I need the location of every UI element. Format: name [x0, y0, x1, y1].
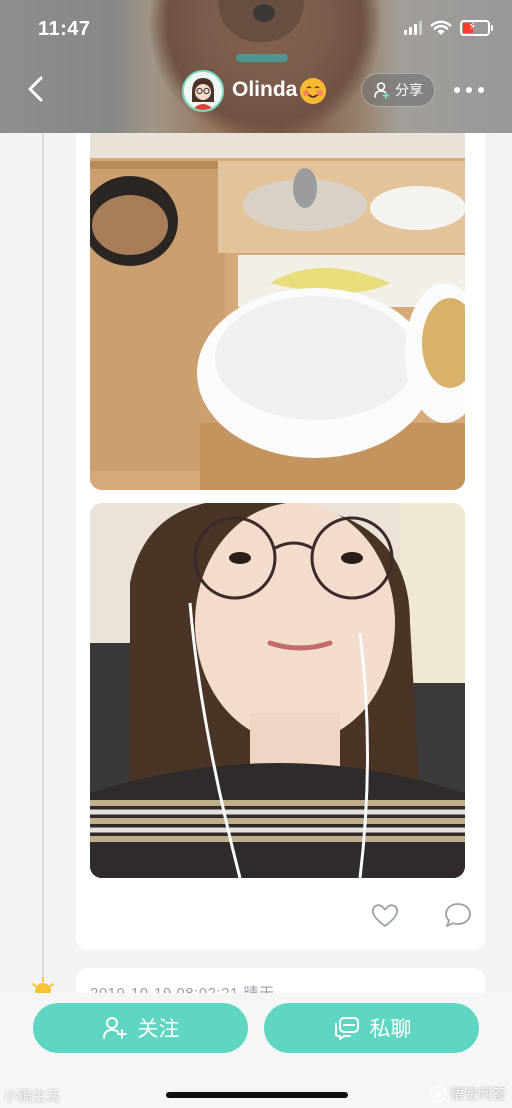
- comment-bubble-icon[interactable]: [443, 901, 473, 929]
- selfie-photo-image: [90, 503, 465, 878]
- share-button[interactable]: 分享: [361, 73, 435, 107]
- chat-bubbles-icon: [334, 1017, 359, 1040]
- wukong-logo-icon: [429, 1085, 447, 1103]
- avatar[interactable]: [182, 70, 224, 112]
- private-chat-button-label: 私聊: [369, 1018, 412, 1041]
- heart-like-icon[interactable]: [370, 901, 400, 929]
- follow-button-label: 关注: [137, 1018, 180, 1041]
- add-user-icon: [102, 1017, 127, 1039]
- add-person-share-icon: [374, 82, 390, 99]
- share-button-label: 分享: [395, 82, 423, 98]
- food-photo-image: [90, 133, 465, 490]
- watermark-right: 悟空问答: [429, 1084, 506, 1104]
- cellular-signal-icon: [404, 21, 422, 35]
- home-indicator[interactable]: [166, 1092, 348, 1098]
- profile-username: Olinda: [232, 78, 298, 101]
- status-icons: ⚡: [404, 19, 493, 36]
- battery-icon: ⚡: [460, 19, 493, 36]
- status-time: 11:47: [38, 18, 91, 40]
- back-arrow-icon[interactable]: [22, 74, 52, 104]
- watermark-right-label: 悟空问答: [450, 1086, 506, 1102]
- follow-button[interactable]: 关注: [33, 1003, 248, 1053]
- smiling-face-emoji-icon: [300, 78, 326, 104]
- private-chat-button[interactable]: 私聊: [264, 1003, 479, 1053]
- avatar-illustration-icon: [184, 72, 222, 110]
- wifi-icon: [430, 20, 452, 35]
- more-options-icon[interactable]: [454, 80, 486, 100]
- selfie-photo[interactable]: [90, 503, 465, 878]
- timeline-line: [42, 133, 44, 978]
- food-photo[interactable]: [90, 133, 465, 490]
- watermark-left: 小确生活: [4, 1088, 60, 1104]
